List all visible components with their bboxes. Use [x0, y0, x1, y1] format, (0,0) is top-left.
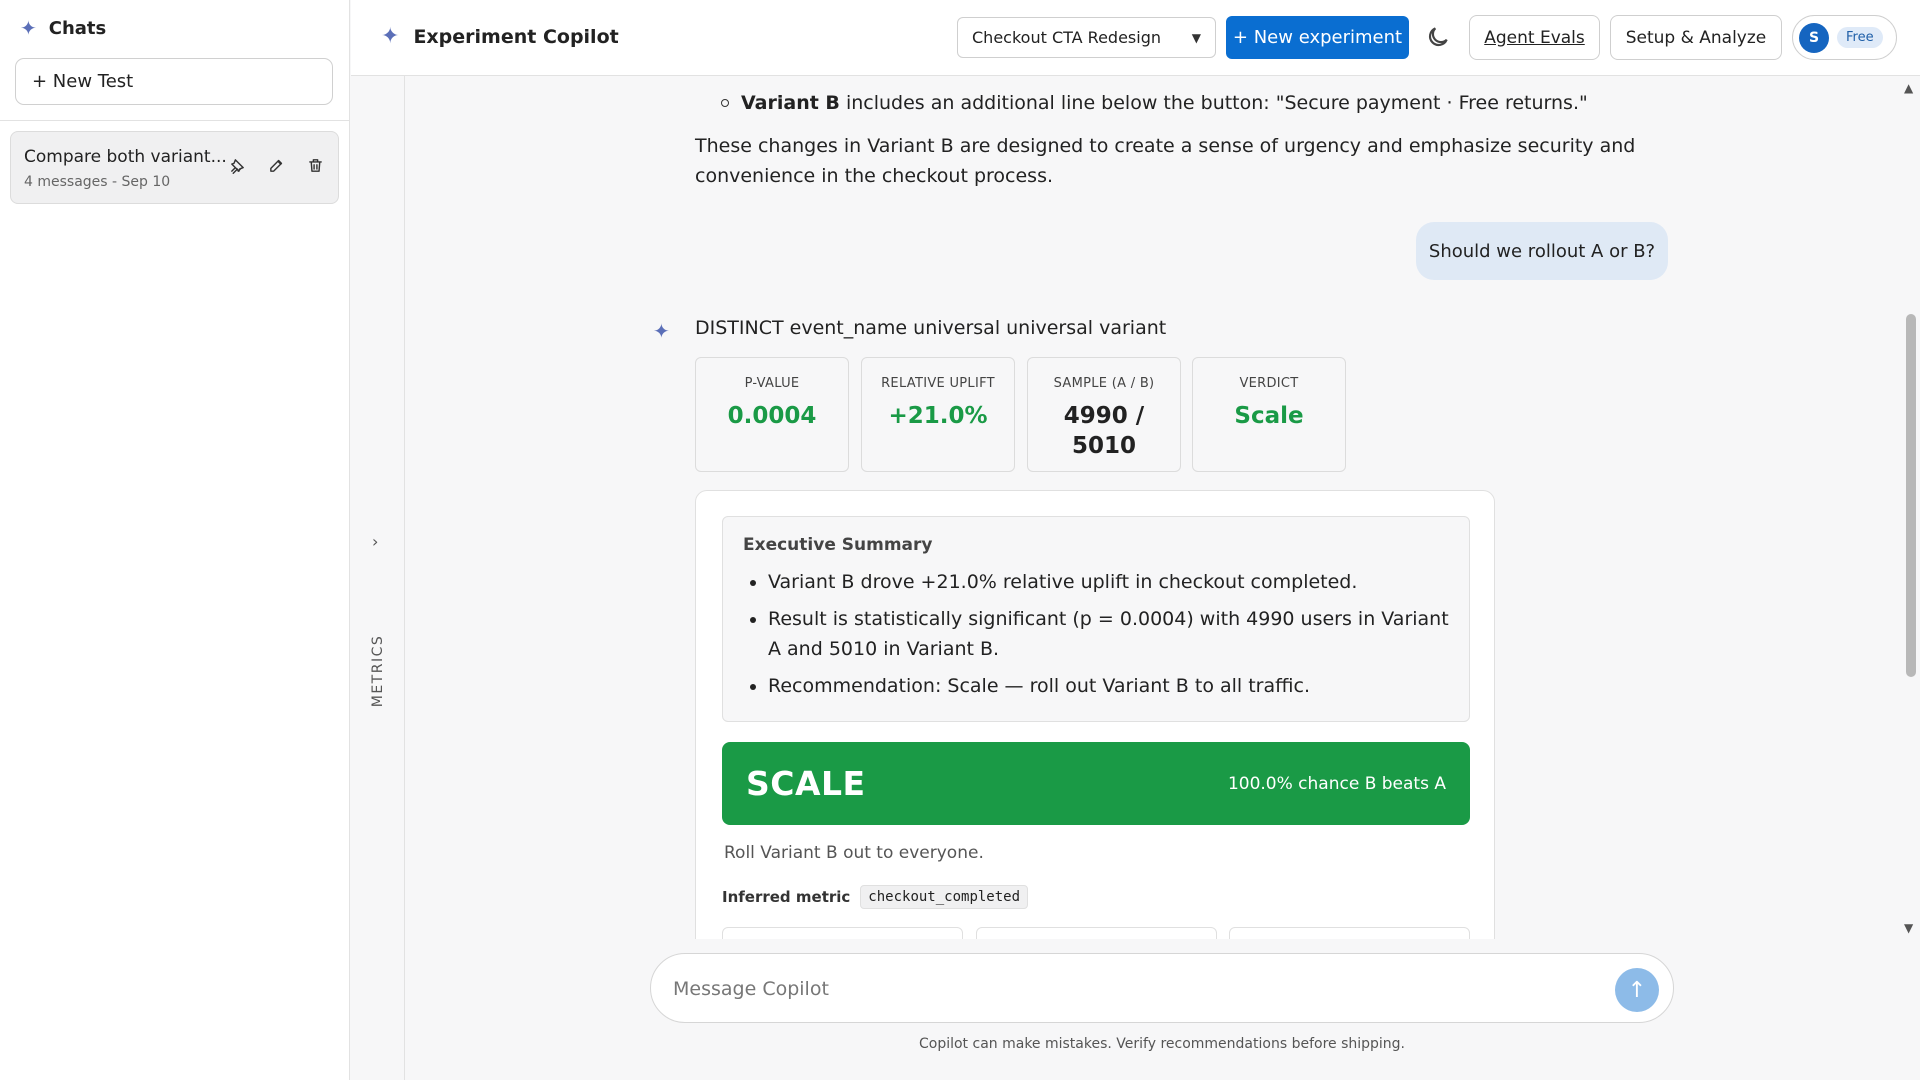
- scrollbar-thumb[interactable]: [1906, 314, 1916, 677]
- sidebar: ✦ Chats + New Test Compare both variant.…: [0, 0, 350, 1080]
- message-composer: ↑: [650, 953, 1674, 1023]
- message-input[interactable]: [673, 974, 1573, 1004]
- stat-value: 4990 / 5010: [1063, 403, 1145, 459]
- scroll-down-icon[interactable]: ▼: [1904, 921, 1913, 935]
- inferred-metric-label: Inferred metric: [722, 888, 851, 906]
- sidebar-title: Chats: [48, 17, 107, 39]
- trash-icon[interactable]: [307, 157, 324, 178]
- chevron-down-icon: ▼: [1191, 30, 1201, 45]
- chat-list-item[interactable]: Compare both variant... 4 messages - Sep…: [10, 131, 339, 204]
- executive-summary-title: Executive Summary: [743, 535, 933, 555]
- stat-value: Scale: [1234, 403, 1304, 429]
- plan-badge: Free: [1837, 27, 1883, 48]
- top-bar: ✦ Experiment Copilot Checkout CTA Redesi…: [351, 0, 1920, 76]
- inferred-metric-value: checkout_completed: [860, 885, 1029, 909]
- inferred-metric: Inferred metric checkout_completed: [722, 885, 1029, 909]
- variant-b-text: Variant B includes an additional line be…: [741, 92, 1588, 114]
- stat-card-p-value: P-VALUE 0.0004: [695, 357, 849, 472]
- variant-b-bullet: Variant B includes an additional line be…: [721, 92, 1588, 114]
- profile-menu[interactable]: S Free: [1792, 15, 1897, 60]
- metric-card: [1229, 927, 1470, 939]
- sparkle-icon: ✦: [20, 16, 37, 40]
- metric-card: [976, 927, 1217, 939]
- sidebar-header: ✦ Chats: [20, 16, 106, 40]
- analysis-card: Executive Summary Variant B drove +21.0%…: [695, 490, 1495, 939]
- chat-item-title: Compare both variant...: [24, 147, 227, 167]
- new-test-button[interactable]: + New Test: [15, 58, 333, 105]
- new-experiment-button[interactable]: + New experiment: [1226, 16, 1409, 59]
- stat-label: P-VALUE: [744, 376, 800, 391]
- sparkle-icon: ✦: [653, 319, 670, 343]
- assistant-heading: DISTINCT event_name universal universal …: [695, 317, 1167, 339]
- metrics-rail[interactable]: › METRICS: [351, 76, 405, 1080]
- app-brand: ✦ Experiment Copilot: [381, 24, 619, 49]
- bullet-marker: [721, 99, 729, 107]
- verdict-note: Roll Variant B out to everyone.: [724, 843, 984, 863]
- agent-evals-button[interactable]: Agent Evals: [1469, 15, 1600, 60]
- experiment-select[interactable]: Checkout CTA Redesign ▼: [957, 17, 1216, 58]
- verdict-banner-label: SCALE: [746, 764, 866, 803]
- stat-value: 0.0004: [727, 403, 817, 429]
- chat-item-actions: [229, 157, 324, 178]
- scroll-up-icon[interactable]: ▲: [1904, 81, 1913, 95]
- verdict-banner-chance: 100.0% chance B beats A: [1227, 774, 1446, 794]
- list-item: Result is statistically significant (p =…: [768, 604, 1458, 664]
- send-arrow-icon[interactable]: ↑: [1615, 968, 1659, 1012]
- stat-label: VERDICT: [1239, 376, 1299, 391]
- app-title: Experiment Copilot: [413, 25, 619, 48]
- variant-b-name: Variant B: [741, 92, 840, 114]
- sparkle-icon: ✦: [381, 24, 400, 49]
- variant-b-desc: includes an additional line below the bu…: [839, 92, 1588, 114]
- avatar: S: [1799, 22, 1829, 53]
- chat-thread: Variant B includes an additional line be…: [406, 77, 1901, 939]
- list-item: Variant B drove +21.0% relative uplift i…: [768, 567, 1458, 597]
- user-message: Should we rollout A or B?: [1416, 222, 1668, 280]
- stat-label: RELATIVE UPLIFT: [881, 376, 995, 391]
- list-item: Recommendation: Scale — roll out Variant…: [768, 671, 1458, 701]
- disclaimer: Copilot can make mistakes. Verify recomm…: [918, 1036, 1406, 1052]
- setup-analyze-button[interactable]: Setup & Analyze: [1610, 15, 1782, 60]
- metric-card: [722, 927, 963, 939]
- edit-icon[interactable]: [268, 157, 285, 178]
- stat-card-verdict: VERDICT Scale: [1192, 357, 1346, 472]
- verdict-banner: SCALE 100.0% chance B beats A: [722, 742, 1470, 825]
- moon-icon[interactable]: [1425, 24, 1451, 50]
- pin-icon[interactable]: [229, 157, 246, 178]
- stat-label: SAMPLE (A / B): [1053, 376, 1155, 391]
- metrics-rail-label: METRICS: [370, 634, 386, 708]
- experiment-select-value: Checkout CTA Redesign: [972, 28, 1161, 47]
- stat-value: +21.0%: [888, 403, 988, 429]
- sidebar-divider: [0, 120, 350, 121]
- chevron-right-icon[interactable]: ›: [372, 532, 378, 551]
- stat-card-sample: SAMPLE (A / B) 4990 / 5010: [1027, 357, 1181, 472]
- executive-summary-list: Variant B drove +21.0% relative uplift i…: [768, 567, 1458, 708]
- chat-item-subtitle: 4 messages - Sep 10: [24, 174, 171, 190]
- stat-card-relative-uplift: RELATIVE UPLIFT +21.0%: [861, 357, 1015, 472]
- executive-summary: Executive Summary Variant B drove +21.0%…: [722, 516, 1470, 722]
- assistant-paragraph: These changes in Variant B are designed …: [695, 135, 1636, 187]
